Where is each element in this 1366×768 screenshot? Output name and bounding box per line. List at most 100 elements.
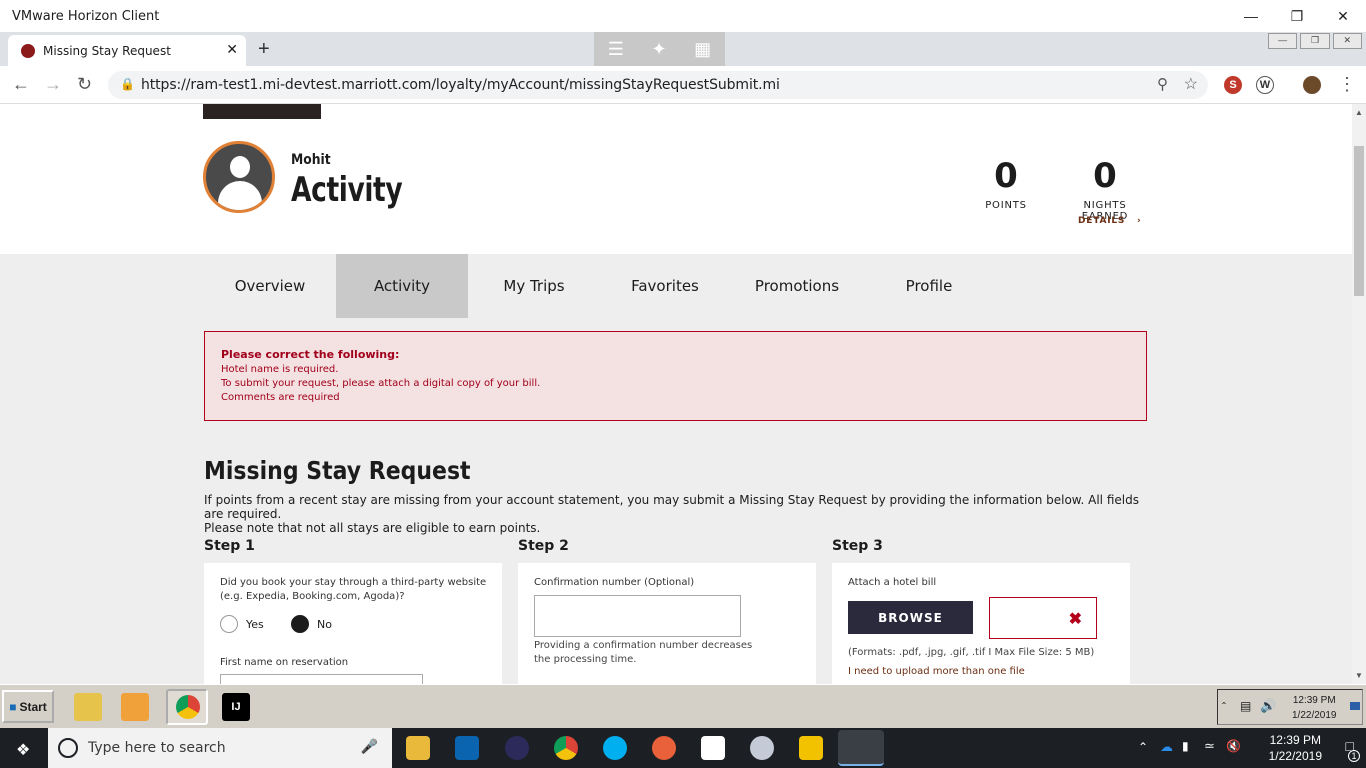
details-label[interactable]: DETAILS <box>1078 216 1125 226</box>
skype-icon[interactable] <box>603 736 627 760</box>
vmware-toolbar: ☰ ✦ ▦ <box>594 32 725 66</box>
zoom-icon[interactable]: ⚲ <box>1157 75 1168 93</box>
help-line: Providing a confirmation number decrease… <box>534 640 753 651</box>
description-line: Please note that not all stays are eligi… <box>204 521 541 535</box>
chrome-icon <box>176 695 200 719</box>
microphone-icon[interactable]: 🎤 <box>361 738 378 755</box>
tab-promotions[interactable]: Promotions <box>731 254 863 318</box>
file-explorer-icon[interactable] <box>406 736 430 760</box>
third-party-question: Did you book your stay through a third-p… <box>220 576 486 604</box>
section-title: Missing Stay Request <box>204 456 471 485</box>
url-text[interactable]: https://ram-test1.mi-devtest.marriott.co… <box>141 77 780 93</box>
nights-value: 0 <box>1093 156 1117 196</box>
confirmation-field[interactable] <box>534 595 741 637</box>
start-button[interactable]: ■ Start <box>2 690 54 723</box>
restore-icon[interactable]: ❐ <box>1274 4 1320 28</box>
question-line: (e.g. Expedia, Booking.com, Agoda)? <box>220 591 405 602</box>
tab-my-trips[interactable]: My Trips <box>468 254 600 318</box>
chrome-icon[interactable] <box>554 736 578 760</box>
network-icon[interactable]: ▤ <box>1240 699 1251 713</box>
browser-menu-icon[interactable]: ⋮ <box>1338 74 1356 95</box>
forward-icon[interactable]: → <box>44 74 62 95</box>
remote-date: 1/22/2019 <box>1292 710 1337 721</box>
remove-file-icon[interactable]: ✖ <box>1069 609 1082 629</box>
error-item: Hotel name is required. <box>221 364 339 375</box>
tab-overview-label[interactable]: Overview <box>235 277 306 295</box>
windows-flag-icon: ■ <box>9 699 17 714</box>
menu-icon[interactable]: ☰ <box>608 39 624 60</box>
tab-favorites-label[interactable]: Favorites <box>631 277 699 295</box>
bookmark-star-icon[interactable]: ☆ <box>1184 74 1198 94</box>
system-clock[interactable]: 12:39 PM 1/22/2019 <box>1269 732 1322 764</box>
page-scrollbar[interactable]: ▲ ▼ <box>1352 104 1366 684</box>
volume-icon[interactable]: 🔊 <box>1260 698 1276 714</box>
search-input[interactable]: Type here to search <box>88 740 226 756</box>
step3-heading: Step 3 <box>832 538 883 554</box>
wifi-icon[interactable]: ≃ <box>1204 738 1215 754</box>
windows-start-icon[interactable]: ❖ <box>16 740 30 760</box>
back-icon[interactable]: ← <box>12 74 30 95</box>
no-radio[interactable] <box>291 615 309 633</box>
onedrive-icon[interactable]: ☁ <box>1160 739 1173 755</box>
mute-icon[interactable]: 🔇 <box>1226 739 1241 753</box>
start-label: Start <box>19 699 47 714</box>
scroll-down-icon[interactable]: ▼ <box>1355 671 1363 680</box>
show-desktop-icon[interactable] <box>1350 702 1360 710</box>
eclipse-icon[interactable] <box>505 736 529 760</box>
details-link[interactable]: DETAILS › <box>1078 216 1142 226</box>
minimize-icon[interactable]: — <box>1228 4 1274 28</box>
vmware-horizon-icon[interactable] <box>838 730 884 766</box>
yes-radio[interactable] <box>220 615 238 633</box>
reload-icon[interactable]: ↻ <box>77 74 92 95</box>
tab-activity[interactable]: Activity <box>336 254 468 318</box>
tray-chevron-icon[interactable]: ⌃ <box>1138 740 1148 754</box>
profile-avatar-icon[interactable] <box>1303 76 1321 94</box>
upload-more-link[interactable]: I need to upload more than one file <box>848 666 1025 677</box>
connect-icon[interactable]: ✦ <box>652 39 667 60</box>
system-tray: ⌃ ☁ ▮ ≃ 🔇 12:39 PM 1/22/2019 □ 1 <box>1126 728 1366 768</box>
search-box[interactable]: Type here to search 🎤 <box>48 728 392 768</box>
new-tab-icon[interactable]: + <box>258 38 270 61</box>
tool-icon[interactable] <box>652 736 676 760</box>
close-icon[interactable]: ✕ <box>1320 4 1366 28</box>
tab-close-icon[interactable]: ✕ <box>226 41 238 58</box>
battery-icon[interactable]: ▮ <box>1182 739 1189 753</box>
outlook-icon[interactable] <box>455 736 479 760</box>
desktops-icon[interactable]: ▦ <box>694 39 711 60</box>
description-line: If points from a recent stay are missing… <box>204 493 1139 521</box>
scroll-up-icon[interactable]: ▲ <box>1355 108 1363 117</box>
chrome-taskbar-button[interactable] <box>166 689 208 725</box>
file-input[interactable]: ✖ <box>989 597 1097 639</box>
remote-restore-icon[interactable]: ❐ <box>1300 33 1330 49</box>
tab-profile-label[interactable]: Profile <box>906 277 953 295</box>
folder-icon[interactable] <box>74 693 102 721</box>
lock-app-icon[interactable] <box>799 736 823 760</box>
media-player-icon[interactable] <box>121 693 149 721</box>
remote-close-icon[interactable]: ✕ <box>1332 33 1362 49</box>
tab-overview[interactable]: Overview <box>204 254 336 318</box>
browser-toolbar: ← → ↻ 🔒 https://ram-test1.mi-devtest.mar… <box>0 66 1366 104</box>
remote-minimize-icon[interactable]: — <box>1268 33 1298 49</box>
formats-text: (Formats: .pdf, .jpg, .gif, .tif I Max F… <box>848 647 1095 658</box>
tab-promotions-label[interactable]: Promotions <box>755 277 839 295</box>
address-bar[interactable]: 🔒 https://ram-test1.mi-devtest.marriott.… <box>108 71 1208 99</box>
photos-icon[interactable] <box>701 736 725 760</box>
first-name-field[interactable] <box>220 674 423 684</box>
tray-expand-icon[interactable]: ˆ <box>1222 700 1226 714</box>
remote-clock[interactable]: 12:39 PM 1/22/2019 <box>1292 693 1337 723</box>
tab-activity-label[interactable]: Activity <box>374 277 430 295</box>
points-value: 0 <box>994 156 1018 196</box>
paint-icon[interactable] <box>750 736 774 760</box>
remote-time: 12:39 PM <box>1292 695 1336 706</box>
tab-my-trips-label[interactable]: My Trips <box>503 277 564 295</box>
system-time: 12:39 PM <box>1269 733 1321 747</box>
extension-w-icon[interactable]: W <box>1256 76 1274 94</box>
extension-s-icon[interactable]: S <box>1224 76 1242 94</box>
browser-tab[interactable]: Missing Stay Request ✕ <box>8 35 246 66</box>
chevron-right-icon: › <box>1129 216 1142 226</box>
scrollbar-thumb[interactable] <box>1354 146 1364 296</box>
browse-button[interactable]: BROWSE <box>848 601 973 634</box>
tab-profile[interactable]: Profile <box>863 254 995 318</box>
tab-favorites[interactable]: Favorites <box>599 254 731 318</box>
intellij-icon[interactable]: IJ <box>222 693 250 721</box>
